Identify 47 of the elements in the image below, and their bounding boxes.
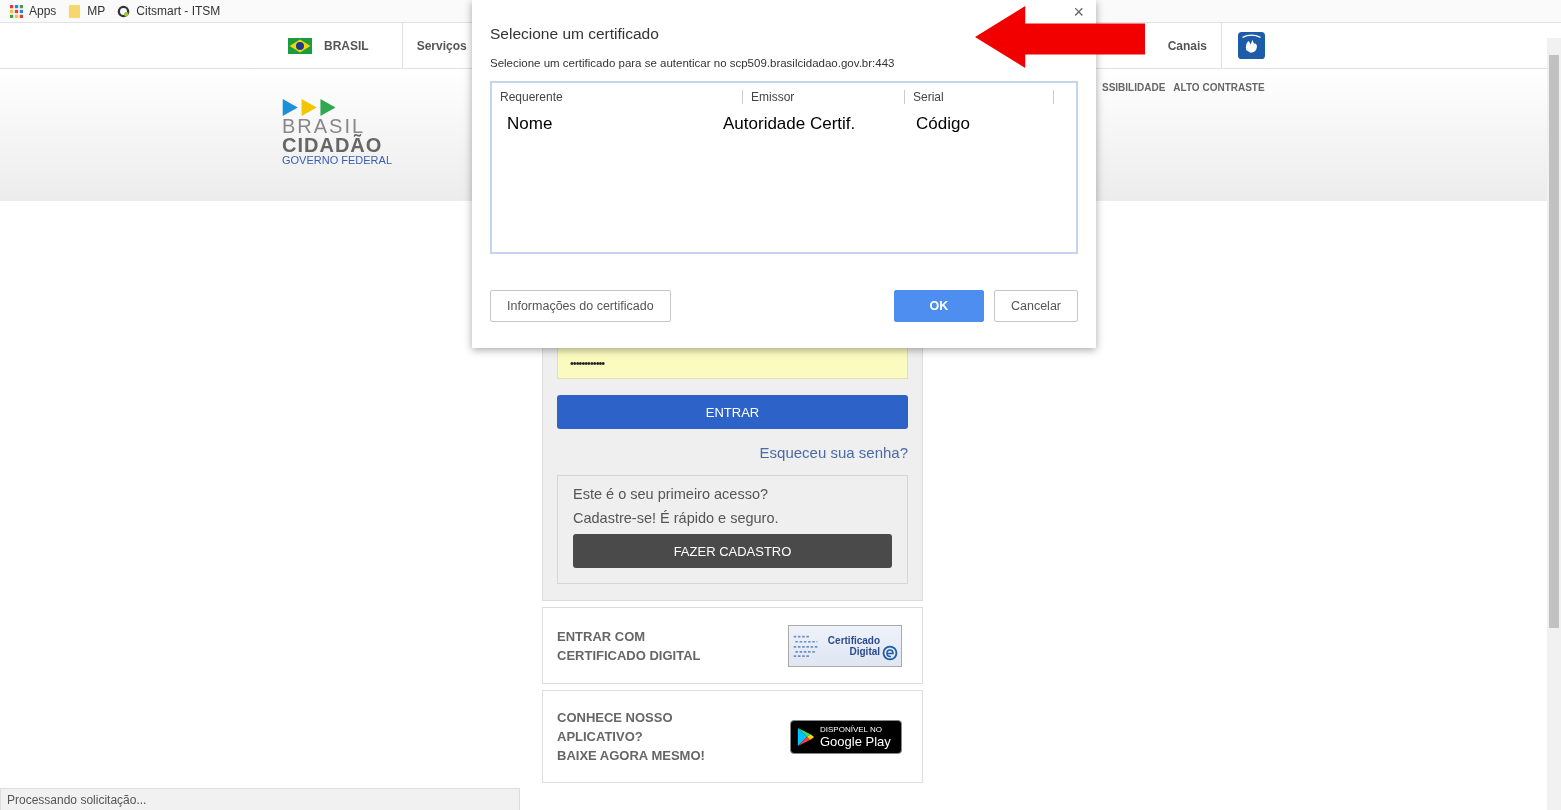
badge-text: Certificado (827, 634, 881, 646)
dialog-message: Selecione um certificado para se autenticar no scp509.brasilcidadao.gov.br:443 (490, 57, 896, 69)
column-header[interactable]: Serial (905, 90, 1054, 104)
certificate-card[interactable]: ENTRAR COM CERTIFICADO DIGITAL Certificado Digital (542, 607, 923, 684)
dialog-button[interactable]: Cancelar (993, 290, 1078, 322)
badge-text: DISPONÍVEL NO (820, 724, 883, 734)
table-cell-text: Autoridade Certif. (723, 114, 857, 134)
column-header[interactable]: Requerente (500, 90, 743, 104)
dialog-title: Selecione um certificado (490, 25, 660, 43)
card-text: CONHECE NOSSO (557, 710, 674, 725)
password-field[interactable]: •••••••••••• (557, 347, 908, 379)
bookmark[interactable]: Apps (10, 4, 57, 18)
folder-icon (68, 4, 82, 18)
card-text: ENTRAR COM (557, 628, 647, 644)
brasil-link[interactable]: BRASIL (288, 23, 403, 68)
badge-text: Google Play (820, 733, 891, 749)
play-icon (797, 726, 815, 747)
google-play-badge[interactable]: DISPONÍVEL NO Google Play (790, 719, 902, 754)
table-cell-text: Nome (507, 114, 554, 134)
sign-language-icon[interactable] (1238, 32, 1265, 59)
status-bar: Processando solicitação... (0, 788, 520, 810)
column-header[interactable]: Emissor (743, 90, 905, 104)
logo-text: CIDADÃO (282, 136, 384, 154)
ring-icon (117, 4, 131, 18)
table-cell-text: Código (915, 114, 971, 134)
flag-icon (288, 37, 312, 54)
forgot-password-link[interactable]: Esqueceu sua senha? (759, 444, 908, 461)
card-text: BAIXE AGORA MESMO! (557, 748, 705, 763)
signup-text: Cadastre-se! É rápido e seguro. (573, 510, 780, 526)
certificate-badge[interactable]: Certificado Digital (788, 624, 902, 667)
dialog-button[interactable]: Informações do certificado (490, 290, 671, 322)
header-link[interactable]: ALTO CONTRASTE (1173, 82, 1265, 201)
card-text: APLICATIVO? (557, 729, 644, 744)
grid-icon (10, 4, 23, 18)
e-icon (882, 644, 898, 661)
badge-text: Digital (849, 645, 881, 657)
register-button[interactable]: FAZER CADASTRO (573, 534, 892, 568)
nav-link[interactable]: Canais (1153, 23, 1222, 68)
bookmark[interactable]: Citsmart - ITSM (117, 4, 221, 18)
card-text: CERTIFICADO DIGITAL (557, 647, 701, 663)
close-button[interactable]: × (1073, 5, 1084, 19)
logo-subtitle: GOVERNO FEDERAL (282, 154, 394, 166)
logo-text: BRASIL (282, 116, 366, 136)
bookmark[interactable]: MP (68, 4, 106, 18)
header-link[interactable]: SSIBILIDADE (1102, 82, 1166, 201)
enter-button[interactable]: ENTRAR (557, 395, 908, 429)
signup-text: Este é o seu primeiro acesso? (573, 486, 770, 502)
